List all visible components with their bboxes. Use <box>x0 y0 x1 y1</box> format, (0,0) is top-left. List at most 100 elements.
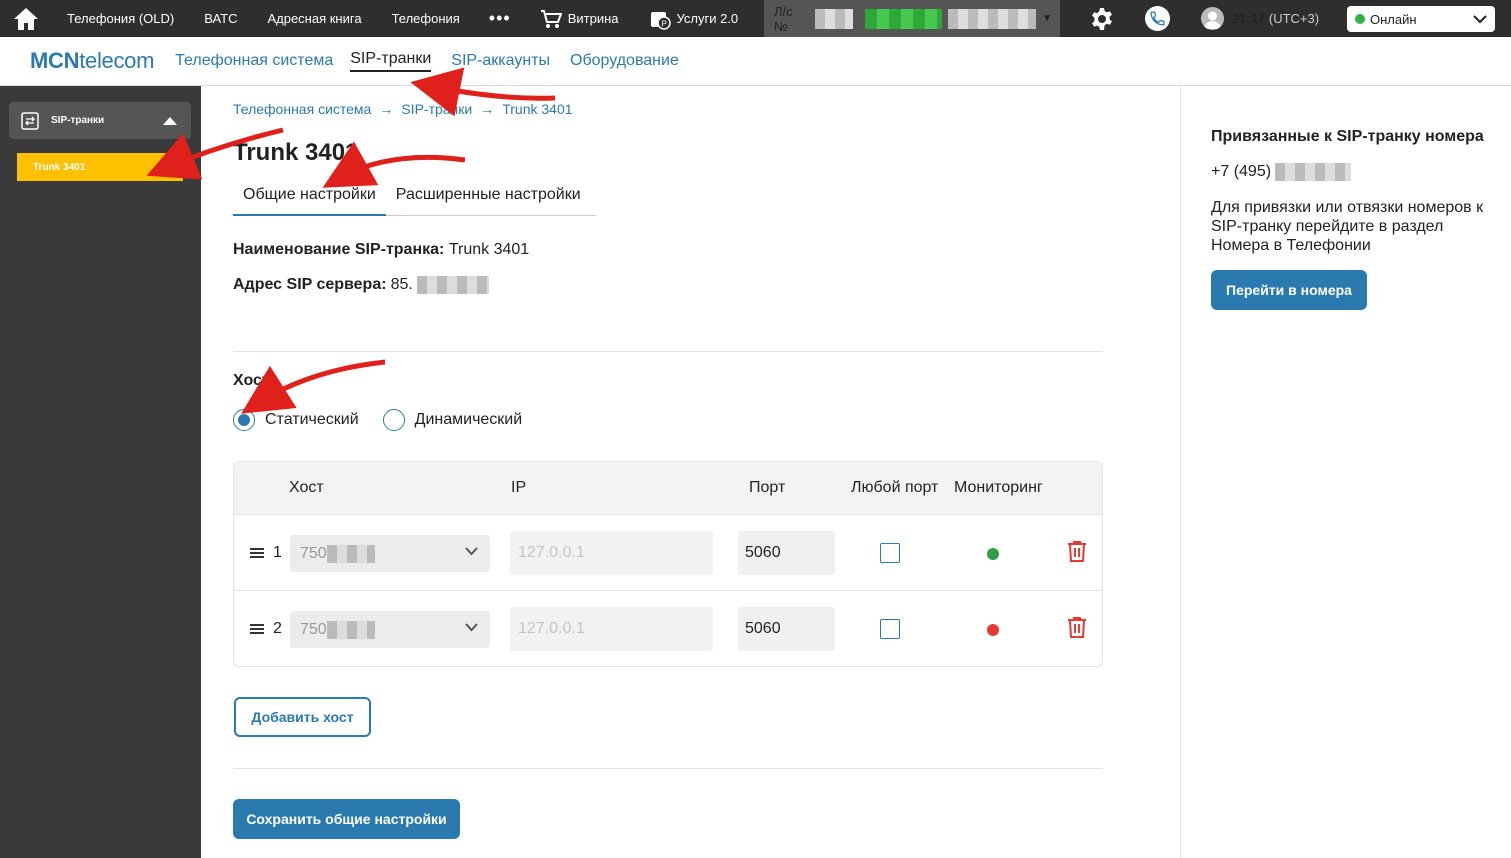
trash-icon[interactable] <box>1067 540 1087 562</box>
redacted-phone <box>1275 163 1352 181</box>
host-select[interactable]: 750 <box>290 611 490 648</box>
account-selector[interactable]: Л/с № ▼ <box>764 0 1060 37</box>
svg-text:P: P <box>661 19 666 28</box>
home-icon[interactable] <box>0 0 52 37</box>
menu-vats[interactable]: ВАТС <box>189 0 252 37</box>
breadcrumb-phone-system[interactable]: Телефонная система <box>233 101 371 117</box>
menu-address-book[interactable]: Адресная книга <box>252 0 376 37</box>
header-ip: IP <box>511 479 527 496</box>
header-any-port: Любой порт <box>851 479 939 496</box>
menu-telephony[interactable]: Телефония <box>377 0 475 37</box>
gear-icon[interactable] <box>1090 7 1114 36</box>
table-row: 1 750 127.0.0.1 5060 <box>234 515 1102 591</box>
menu-shop[interactable]: Витрина <box>525 0 634 37</box>
host-select-value: 750 <box>300 544 327 562</box>
nav-sip-accounts[interactable]: SIP-аккаунты <box>451 52 550 70</box>
radio-static[interactable] <box>233 409 255 431</box>
page-title: Trunk 3401 <box>233 139 359 166</box>
drag-handle-icon[interactable] <box>250 624 264 634</box>
port-input[interactable]: 5060 <box>738 607 835 651</box>
breadcrumb-arrow-icon: → <box>379 101 394 117</box>
sidebar: SIP-транки Trunk 3401 <box>0 86 201 858</box>
chevron-down-icon <box>465 547 478 556</box>
status-select[interactable]: Онлайн <box>1347 6 1495 32</box>
divider <box>233 351 1103 352</box>
sidebar-item-trunk-3401[interactable]: Trunk 3401 <box>17 153 183 181</box>
table-header: Хост IP Порт Любой порт Мониторинг <box>234 462 1102 515</box>
trunk-icon <box>21 111 39 130</box>
more-menu-button[interactable]: ••• <box>475 0 525 37</box>
clock-timezone: (UTC+3) <box>1268 11 1320 26</box>
breadcrumb-arrow-icon: → <box>480 101 495 117</box>
any-port-checkbox[interactable] <box>880 619 900 639</box>
trunk-name-label: Наименование SIP-транка: <box>233 241 445 258</box>
collapse-triangle-icon[interactable] <box>163 116 177 125</box>
nav-sip-trunks[interactable]: SIP-транки <box>350 50 432 72</box>
sidebar-section-sip-trunks[interactable]: SIP-транки <box>9 102 191 139</box>
tabs: Общие настройки Расширенные настройки <box>233 180 596 216</box>
secondary-nav: MCNtelecom Телефонная система SIP-транки… <box>0 37 1511 86</box>
linked-numbers-panel: Привязанные к SIP-транку номера +7 (495)… <box>1180 86 1511 858</box>
save-general-settings-button[interactable]: Сохранить общие настройки <box>233 799 460 839</box>
trunk-name-row: Наименование SIP-транка: Trunk 3401 <box>233 241 529 259</box>
main-content: Телефонная система → SIP-транки → Trunk … <box>201 86 1180 858</box>
clock-time: 21:17 <box>1232 11 1266 26</box>
port-input[interactable]: 5060 <box>738 531 835 575</box>
host-type-label: Хост <box>233 372 270 389</box>
phone-icon[interactable] <box>1145 6 1170 31</box>
cart-icon <box>540 9 562 28</box>
menu-shop-label: Витрина <box>567 11 619 26</box>
monitoring-status-dot <box>987 624 999 636</box>
menu-services[interactable]: P Услуги 2.0 <box>634 0 754 37</box>
linked-numbers-title: Привязанные к SIP-транку номера <box>1211 128 1484 145</box>
drag-handle-icon[interactable] <box>250 548 264 558</box>
avatar[interactable] <box>1201 7 1224 30</box>
radio-dynamic-label[interactable]: Динамический <box>415 411 523 429</box>
linked-number-prefix: +7 (495) <box>1211 163 1272 180</box>
radio-static-label[interactable]: Статический <box>265 411 359 429</box>
any-port-checkbox[interactable] <box>880 543 900 563</box>
caret-down-icon: ▼ <box>1042 13 1052 24</box>
redacted-balance <box>865 8 942 29</box>
redacted-server-address <box>416 276 489 294</box>
nav-equipment[interactable]: Оборудование <box>570 52 679 70</box>
table-row: 2 750 127.0.0.1 5060 <box>234 591 1102 666</box>
host-select[interactable]: 750 <box>290 535 490 572</box>
services-icon: P <box>650 11 671 30</box>
host-select-value: 750 <box>300 620 327 638</box>
account-label: Л/с № <box>774 3 793 34</box>
status-dot <box>1355 14 1365 24</box>
linked-number: +7 (495) <box>1211 163 1352 181</box>
add-host-button[interactable]: Добавить хост <box>234 697 371 737</box>
go-to-numbers-button[interactable]: Перейти в номера <box>1211 270 1367 310</box>
clock: 21:17 (UTC+3) <box>1232 11 1319 26</box>
logo-bold: MCN <box>30 48 80 73</box>
chevron-down-icon <box>1473 14 1487 23</box>
menu-services-label: Услуги 2.0 <box>676 11 739 26</box>
redacted-account-name <box>947 8 1037 29</box>
ip-input[interactable]: 127.0.0.1 <box>510 531 713 575</box>
server-address-label: Адрес SIP сервера: <box>233 276 387 293</box>
hosts-table: Хост IP Порт Любой порт Мониторинг 1 750… <box>233 461 1103 667</box>
status-label: Онлайн <box>1370 11 1417 27</box>
server-address-row: Адрес SIP сервера: 85. <box>233 276 489 294</box>
ip-input[interactable]: 127.0.0.1 <box>510 607 713 651</box>
tab-advanced-settings[interactable]: Расширенные настройки <box>386 180 591 216</box>
radio-dynamic[interactable] <box>382 409 405 431</box>
row-number: 2 <box>273 620 282 637</box>
breadcrumb: Телефонная система → SIP-транки → Trunk … <box>233 101 573 117</box>
chevron-down-icon <box>465 623 478 632</box>
trunk-name-value: Trunk 3401 <box>448 241 530 258</box>
breadcrumb-trunk[interactable]: Trunk 3401 <box>502 101 572 117</box>
logo[interactable]: MCNtelecom <box>30 48 154 74</box>
redacted-account-number <box>814 8 854 29</box>
breadcrumb-sip-trunks[interactable]: SIP-транки <box>401 101 472 117</box>
menu-telephony-old[interactable]: Телефония (OLD) <box>52 0 189 37</box>
header-host: Хост <box>289 479 324 496</box>
nav-phone-system[interactable]: Телефонная система <box>175 52 333 70</box>
redacted-host <box>326 544 375 563</box>
tab-general-settings[interactable]: Общие настройки <box>233 180 386 216</box>
host-type-radio-group: Статический Динамический <box>233 409 546 431</box>
row-number: 1 <box>273 544 282 561</box>
trash-icon[interactable] <box>1067 616 1087 638</box>
